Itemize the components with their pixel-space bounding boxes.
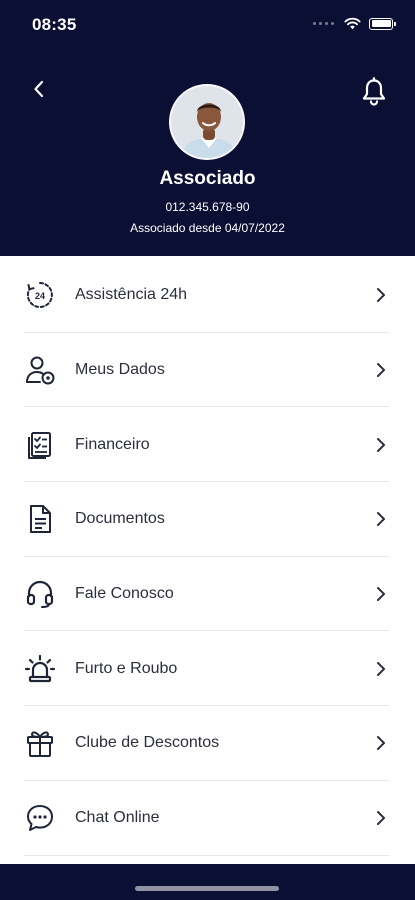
chevron-right-icon xyxy=(375,585,387,603)
menu-item-label: Meus Dados xyxy=(75,361,165,379)
home-indicator[interactable] xyxy=(135,886,279,891)
profile-name: Associado xyxy=(159,168,256,189)
status-time: 08:35 xyxy=(32,15,77,34)
chevron-right-icon xyxy=(375,660,387,678)
chevron-right-icon xyxy=(375,436,387,454)
wifi-icon xyxy=(344,17,361,30)
24h-clock-icon: 24 xyxy=(24,279,56,311)
menu-item-label: Fale Conosco xyxy=(75,585,174,603)
chevron-right-icon xyxy=(375,286,387,304)
menu-item-chat-online[interactable]: Chat Online xyxy=(0,781,415,856)
menu-item-clube-de-descontos[interactable]: Clube de Descontos xyxy=(0,706,415,781)
profile-document-number: 012.345.678-90 xyxy=(165,200,250,214)
bell-icon xyxy=(362,77,386,106)
menu-item-label: Clube de Descontos xyxy=(75,734,220,752)
menu-item-assistencia-24h[interactable]: 24 Assistência 24h xyxy=(0,258,415,333)
menu-item-label: Furto e Roubo xyxy=(75,659,178,677)
headset-icon xyxy=(24,578,56,610)
menu-item-label: Documentos xyxy=(75,510,165,528)
profile-photo xyxy=(171,86,243,158)
menu-item-documentos[interactable]: Documentos xyxy=(0,482,415,557)
menu-item-label: Chat Online xyxy=(75,809,160,827)
menu-item-financeiro[interactable]: Financeiro xyxy=(0,407,415,482)
svg-text:24: 24 xyxy=(35,291,45,301)
status-icons xyxy=(313,17,396,30)
document-icon xyxy=(24,503,56,535)
user-settings-icon xyxy=(24,354,56,386)
notifications-button[interactable] xyxy=(359,76,389,108)
chevron-right-icon xyxy=(375,510,387,528)
menu-list: 24 Assistência 24h Meus Dados Financeiro… xyxy=(0,258,415,856)
menu-item-fale-conosco[interactable]: Fale Conosco xyxy=(0,557,415,632)
chevron-left-icon xyxy=(34,80,44,98)
gift-icon xyxy=(24,727,56,759)
avatar[interactable] xyxy=(169,84,245,160)
menu-item-meus-dados[interactable]: Meus Dados xyxy=(0,333,415,408)
invoice-checklist-icon xyxy=(24,429,56,461)
menu-item-label: Assistência 24h xyxy=(75,286,188,304)
chat-bubble-icon xyxy=(24,802,56,834)
back-button[interactable] xyxy=(26,76,52,102)
chevron-right-icon xyxy=(375,734,387,752)
chevron-right-icon xyxy=(375,809,387,827)
menu-item-furto-e-roubo[interactable]: Furto e Roubo xyxy=(0,631,415,706)
siren-icon xyxy=(24,653,56,685)
status-bar: 08:35 xyxy=(0,0,415,52)
profile-header: 08:35 Associado 012.345.678-90 Associado… xyxy=(0,0,415,256)
battery-icon xyxy=(369,17,396,30)
signal-dots-icon xyxy=(313,22,334,25)
member-since-text: Associado desde 04/07/2022 xyxy=(130,221,285,235)
chevron-right-icon xyxy=(375,361,387,379)
menu-item-label: Financeiro xyxy=(75,435,150,453)
bottom-bar xyxy=(0,864,415,900)
